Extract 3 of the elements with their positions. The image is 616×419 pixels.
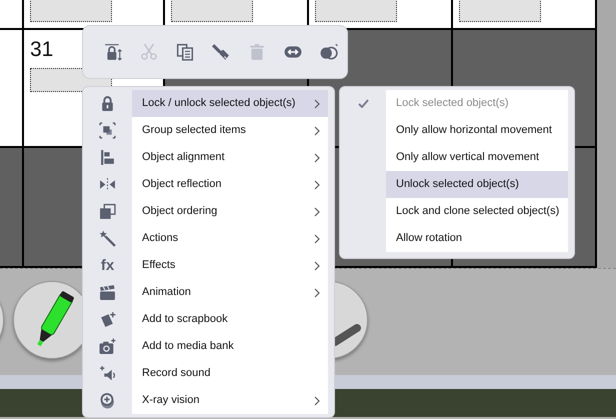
date-number: 31: [30, 39, 54, 60]
effects-icon: fx: [100, 258, 114, 273]
submenu-item: Lock selected object(s): [386, 90, 568, 117]
